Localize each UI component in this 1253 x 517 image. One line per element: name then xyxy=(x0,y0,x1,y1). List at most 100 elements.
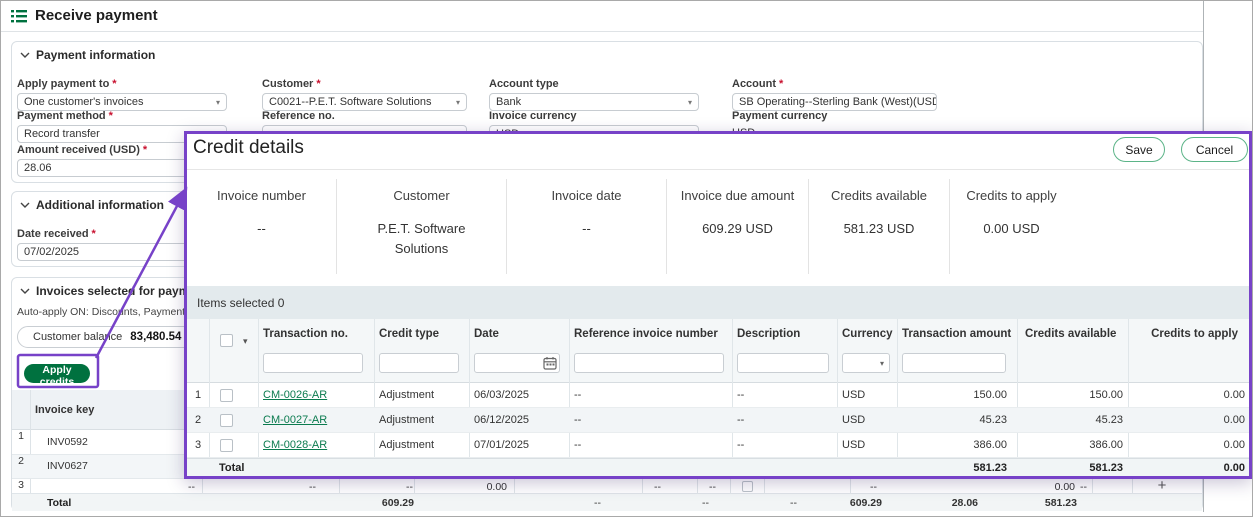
transaction-link[interactable]: CM-0028-AR xyxy=(263,439,327,451)
account-type-field: Account type Bank▾ xyxy=(489,78,699,111)
cancel-button[interactable]: Cancel xyxy=(1181,137,1248,162)
row-number: 1 xyxy=(187,389,209,401)
chevron-down-icon[interactable]: ▾ xyxy=(243,336,248,347)
row3-cell: -- xyxy=(309,481,316,493)
filter-currency-select[interactable]: ▾ xyxy=(842,353,890,373)
filter-transaction-no-input[interactable] xyxy=(263,353,363,373)
select-all-checkbox[interactable] xyxy=(220,334,233,347)
row-number: 3 xyxy=(12,479,30,491)
column-divider xyxy=(764,479,765,494)
chevron-down-icon xyxy=(20,52,30,58)
credit-details-modal: Credit details Save Cancel Invoice numbe… xyxy=(184,131,1252,479)
add-line-button[interactable]: + xyxy=(1153,477,1171,495)
filter-transaction-amount-input[interactable] xyxy=(902,353,1006,373)
row-checkbox[interactable] xyxy=(220,389,233,402)
calendar-icon[interactable] xyxy=(543,356,557,370)
customer-select[interactable]: C0021--P.E.T. Software Solutions▾ xyxy=(262,93,467,111)
field-label: Customer xyxy=(262,78,467,90)
summary-label: Credits available xyxy=(809,188,949,203)
column-divider xyxy=(730,479,731,494)
column-divider xyxy=(514,479,515,494)
invoices-selected-section-toggle[interactable]: Invoices selected for payment xyxy=(20,284,207,298)
section-label: Invoices selected for payment xyxy=(36,284,207,298)
row-number: 2 xyxy=(187,414,209,426)
field-label: Account xyxy=(732,78,937,90)
credits-available-cell: 45.23 xyxy=(1017,414,1123,426)
summary-label: Credits to apply xyxy=(950,188,1073,203)
filter-reference-invoice-input[interactable] xyxy=(574,353,724,373)
invoice-key-cell: INV0592 xyxy=(47,436,88,448)
summary-value: 609.29 USD xyxy=(673,219,803,239)
credit-type-cell: Adjustment xyxy=(379,439,434,451)
column-header: Credit type xyxy=(379,328,439,340)
description-cell: -- xyxy=(737,389,744,401)
row3-cell: 0.00 xyxy=(1025,481,1075,493)
apply-payment-to-select[interactable]: One customer's invoices▾ xyxy=(17,93,227,111)
title-bar: Receive payment xyxy=(1,1,1203,32)
row-number: 3 xyxy=(187,439,209,451)
column-header: Description xyxy=(737,328,800,340)
total-credits-available: 581.23 xyxy=(1017,462,1123,474)
summary-credits-to-apply: Credits to apply 0.00 USD xyxy=(949,179,1073,274)
payment-information-section-toggle[interactable]: Payment information xyxy=(20,48,155,62)
summary-customer: Customer P.E.T. Software Solutions xyxy=(336,179,506,274)
date-cell: 06/03/2025 xyxy=(474,389,529,401)
field-label: Reference no. xyxy=(262,110,467,122)
column-header: Transaction no. xyxy=(263,328,348,340)
row3-cell: -- xyxy=(406,481,413,493)
invoice-table-total-row: Total 609.29 -- -- -- 609.29 28.06 581.2… xyxy=(12,494,1202,511)
credits-to-apply-cell: 0.00 xyxy=(1128,439,1245,451)
column-divider xyxy=(1132,479,1133,494)
currency-cell: USD xyxy=(842,389,865,401)
summary-value: P.E.T. Software Solutions xyxy=(366,219,478,258)
column-divider xyxy=(850,479,851,494)
column-divider xyxy=(339,479,340,494)
menu-icon[interactable] xyxy=(11,10,27,23)
column-header: Credits to apply xyxy=(1128,328,1238,340)
receive-payment-screen: Receive payment Payment information Appl… xyxy=(0,0,1253,517)
additional-information-section-toggle[interactable]: Additional information xyxy=(20,198,164,212)
row-number: 2 xyxy=(12,455,30,467)
field-label: Payment method xyxy=(17,110,227,122)
apply-credits-button[interactable]: Apply credits xyxy=(24,364,90,383)
column-header: Credits available xyxy=(1025,328,1116,340)
row3-cell: 0.00 xyxy=(457,481,507,493)
summary-label: Invoice number xyxy=(187,188,336,203)
total-cell: 609.29 xyxy=(364,497,414,509)
column-divider xyxy=(697,479,698,494)
summary-invoice-number: Invoice number -- xyxy=(187,179,336,274)
summary-value: 0.00 USD xyxy=(952,219,1072,239)
summary-value: 581.23 USD xyxy=(814,219,944,239)
summary-value: -- xyxy=(206,219,318,239)
chevron-down-icon xyxy=(20,202,30,208)
credit-row: 2 CM-0027-AR Adjustment 06/12/2025 -- --… xyxy=(187,408,1249,433)
row3-checkbox[interactable] xyxy=(742,481,753,492)
column-divider xyxy=(202,479,203,494)
transaction-link[interactable]: CM-0026-AR xyxy=(263,389,327,401)
total-cell: 28.06 xyxy=(928,497,978,509)
filter-credit-type-input[interactable] xyxy=(379,353,459,373)
row-checkbox[interactable] xyxy=(220,439,233,452)
total-credits-to-apply: 0.00 xyxy=(1128,462,1245,474)
row-checkbox[interactable] xyxy=(220,414,233,427)
currency-cell: USD xyxy=(842,439,865,451)
reference-cell: -- xyxy=(574,414,581,426)
row3-cell: -- xyxy=(654,481,661,493)
save-button[interactable]: Save xyxy=(1113,137,1165,162)
row3-cell: -- xyxy=(1080,481,1087,493)
invoice-key-cell: INV0627 xyxy=(47,460,88,472)
account-type-select[interactable]: Bank▾ xyxy=(489,93,699,111)
filter-description-input[interactable] xyxy=(737,353,829,373)
total-transaction-amount: 581.23 xyxy=(897,462,1007,474)
account-select[interactable]: SB Operating--Sterling Bank (West)(USD)▾ xyxy=(732,93,937,111)
transaction-link[interactable]: CM-0027-AR xyxy=(263,414,327,426)
summary-label: Customer xyxy=(337,188,506,203)
total-label: Total xyxy=(219,462,244,474)
field-label: Apply payment to xyxy=(17,78,227,90)
row3-cell: -- xyxy=(709,481,716,493)
total-cell: 609.29 xyxy=(832,497,882,509)
column-header: Transaction amount xyxy=(902,328,1011,340)
column-header: Currency xyxy=(842,328,893,340)
summary-invoice-date: Invoice date -- xyxy=(506,179,666,274)
transaction-amount-cell: 150.00 xyxy=(897,389,1007,401)
